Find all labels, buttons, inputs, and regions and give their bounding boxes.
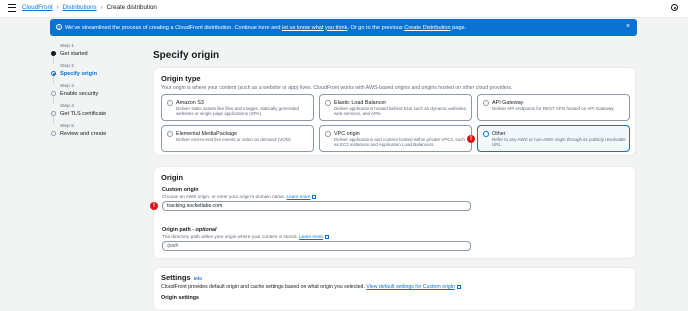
top-bar: CloudFront › Distributions › Create dist… [0, 0, 688, 18]
settings-heading: Settings Info [161, 273, 203, 282]
origin-heading: Origin [161, 173, 184, 182]
origin-option-api-gateway[interactable]: API Gateway Deliver API endpoints for RE… [477, 94, 630, 121]
view-default-settings-link[interactable]: View default settings for Custom origin [366, 284, 454, 290]
step-pending-icon [51, 131, 56, 136]
chevron-right-icon: › [100, 4, 103, 11]
feedback-link[interactable]: let us know what you think [282, 25, 347, 31]
hamburger-menu-icon[interactable] [8, 4, 16, 12]
info-banner: i We've streamlined the process of creat… [50, 19, 637, 36]
origin-path-description: The directory path within your origin wh… [162, 234, 330, 239]
close-icon[interactable]: × [626, 23, 630, 31]
origin-option-mediapackage[interactable]: Elemental MediaPackage Deliver end-to-en… [161, 125, 314, 152]
radio-button[interactable] [483, 100, 489, 106]
step-5[interactable]: Step 5 Review and create [50, 124, 140, 144]
chevron-right-icon: › [56, 4, 59, 11]
step-2[interactable]: Step 2 Specify origin [50, 64, 140, 84]
custom-origin-input[interactable]: tracking.socketlabs.com [162, 201, 471, 211]
wizard-steps: Step 1 Get started Step 2 Specify origin… [50, 44, 140, 144]
step-label: Get TLS certificate [60, 111, 107, 117]
previous-create-distribution-link[interactable]: Create Distribution [404, 25, 450, 31]
breadcrumb: CloudFront › Distributions › Create dist… [22, 4, 157, 11]
page-title: Specify origin [153, 50, 220, 61]
origin-settings-subheading: Origin settings [161, 295, 200, 301]
breadcrumb-distributions[interactable]: Distributions [63, 4, 97, 11]
origin-option-s3[interactable]: Amazon S3 Deliver static assets like fil… [161, 94, 314, 121]
external-link-icon [312, 194, 317, 199]
origin-type-card: Origin type Your origin is where your co… [153, 67, 636, 156]
origin-type-heading: Origin type [161, 74, 201, 83]
origin-option-other[interactable]: Other Refer to any AWS or non-AWS origin… [477, 125, 630, 152]
error-icon: ! [150, 202, 158, 210]
radio-button-selected[interactable] [483, 131, 489, 137]
origin-card: Origin Custom origin Choose an AWS origi… [153, 166, 636, 259]
breadcrumb-current: Create distribution [106, 4, 157, 11]
origin-option-vpc[interactable]: VPC origin Deliver applications and cont… [319, 125, 472, 152]
step-4[interactable]: Step 4 Get TLS certificate [50, 104, 140, 124]
origin-option-elb[interactable]: Elastic Load Balancer Deliver applicatio… [319, 94, 472, 121]
external-link-icon [325, 234, 330, 239]
step-label: Get started [60, 51, 88, 57]
banner-text: We've streamlined the process of creatin… [65, 24, 467, 31]
radio-button[interactable] [167, 100, 173, 106]
info-icon: i [56, 24, 62, 30]
origin-path-label: Origin path - optional [162, 227, 217, 233]
settings-card: Settings Info CloudFront provides default… [153, 267, 636, 311]
radio-button[interactable] [325, 100, 331, 106]
settings-icon[interactable] [671, 4, 678, 11]
learn-more-link[interactable]: Learn more [299, 234, 323, 239]
settings-description: CloudFront provides default origin and c… [161, 284, 461, 290]
step-3[interactable]: Step 3 Enable security [50, 84, 140, 104]
external-link-icon [456, 284, 461, 289]
radio-button[interactable] [167, 131, 173, 137]
origin-type-description: Your origin is where your content (such … [161, 85, 513, 91]
step-label: Review and create [60, 131, 107, 137]
learn-more-link[interactable]: Learn more [287, 194, 311, 199]
step-1[interactable]: Step 1 Get started [50, 44, 140, 64]
error-icon: ! [467, 135, 475, 143]
step-label: Enable security [60, 91, 99, 97]
origin-path-input[interactable]: /path [162, 241, 471, 251]
custom-origin-description: Choose an AWS origin, or enter your orig… [162, 194, 317, 199]
radio-button[interactable] [325, 131, 331, 137]
info-link[interactable]: Info [194, 276, 202, 281]
step-label: Specify origin [60, 71, 97, 77]
breadcrumb-cloudfront[interactable]: CloudFront [22, 4, 53, 11]
custom-origin-label: Custom origin [162, 187, 199, 193]
